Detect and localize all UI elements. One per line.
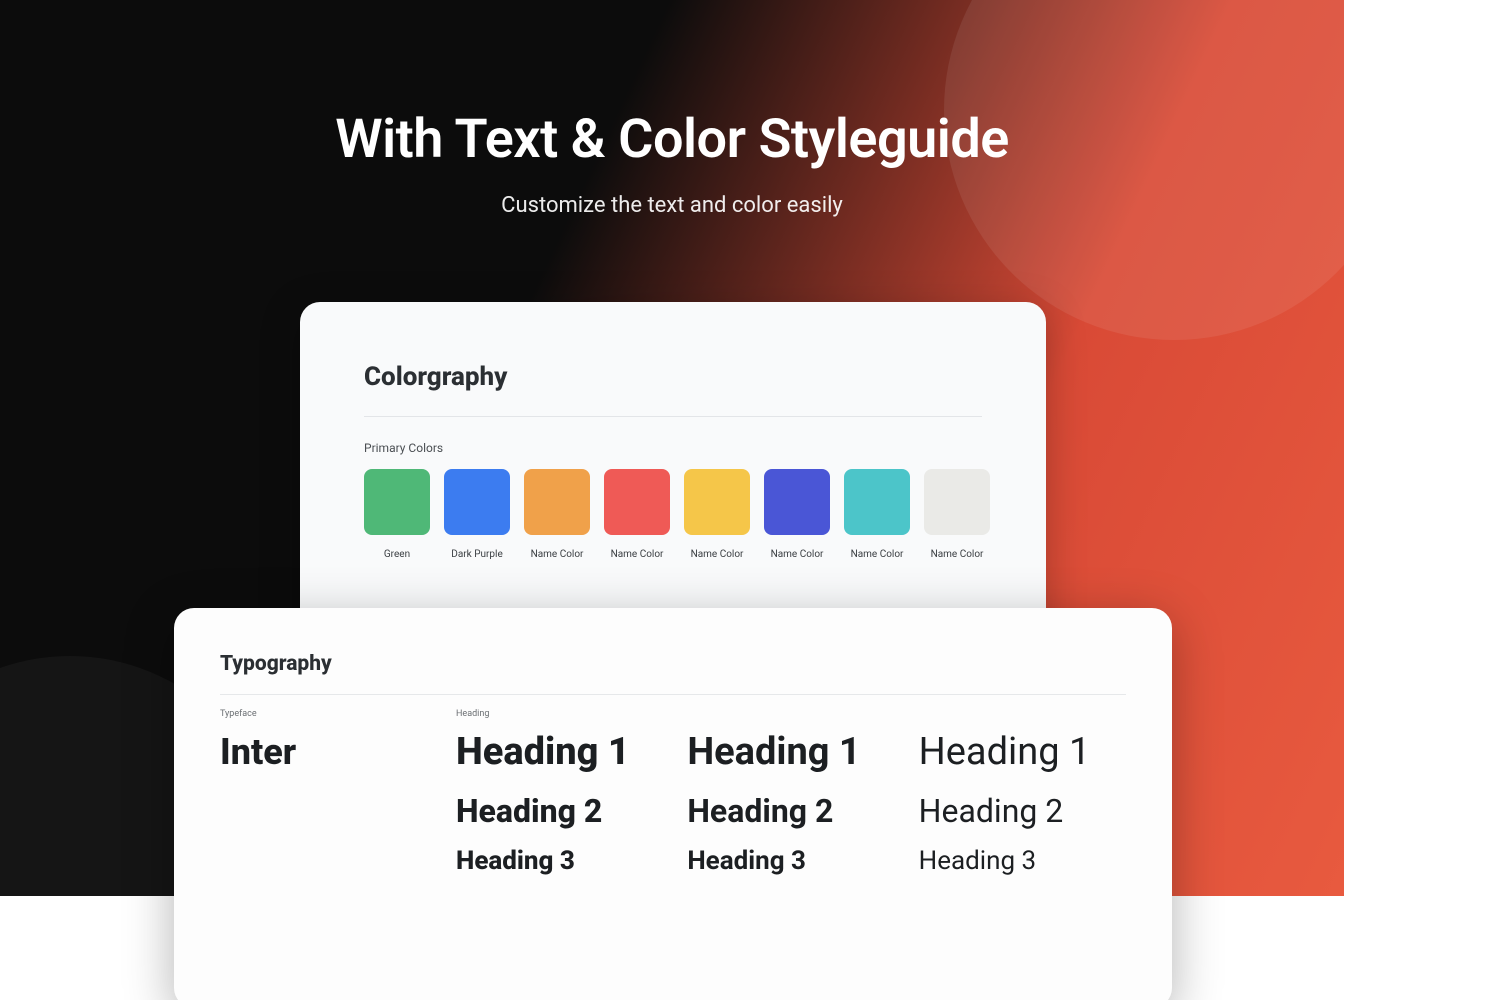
heading-columns: HeadingHeading 1Heading 2Heading 3Headin… — [456, 709, 1126, 877]
heading-column: HeadingHeading 1Heading 2Heading 3 — [919, 709, 1126, 877]
heading-sample-h1: Heading 1 — [687, 731, 894, 775]
heading-column: Heading Heading 1 Heading 2 Heading 3 — [456, 709, 663, 877]
swatch-name: Name Color — [931, 549, 984, 560]
swatch-chip — [924, 469, 990, 535]
swatch-row: Green Dark Purple Name Color Name Color Name… — [364, 469, 982, 560]
color-styleguide-card: Colorgraphy Primary Colors Green Dark Pur… — [300, 302, 1046, 642]
heading-sample-h1: Heading 1 — [919, 731, 1126, 775]
color-swatch: Name Color — [924, 469, 990, 560]
heading-sample-h2: Heading 2 — [919, 793, 1126, 830]
swatch-name: Name Color — [611, 549, 664, 560]
heading-sample-h3: Heading 3 — [687, 847, 894, 877]
swatch-chip — [844, 469, 910, 535]
hero-subtitle: Customize the text and color easily — [0, 193, 1344, 218]
swatch-chip — [444, 469, 510, 535]
swatch-name: Name Color — [851, 549, 904, 560]
heading-sample-h3: Heading 3 — [919, 847, 1126, 877]
typeface-label: Typeface — [220, 709, 456, 719]
swatch-chip — [764, 469, 830, 535]
heading-column: HeadingHeading 1Heading 2Heading 3 — [687, 709, 894, 877]
swatch-name: Name Color — [691, 549, 744, 560]
hero: With Text & Color Styleguide Customize t… — [0, 108, 1344, 218]
primary-colors-label: Primary Colors — [364, 441, 982, 455]
color-swatch: Name Color — [604, 469, 670, 560]
color-swatch: Green — [364, 469, 430, 560]
swatch-chip — [524, 469, 590, 535]
color-card-title: Colorgraphy — [364, 362, 982, 392]
heading-label: Heading — [456, 709, 663, 719]
swatch-chip — [684, 469, 750, 535]
hero-title: With Text & Color Styleguide — [0, 108, 1344, 171]
color-swatch: Name Color — [764, 469, 830, 560]
color-swatch: Name Color — [844, 469, 910, 560]
heading-sample-h1: Heading 1 — [456, 731, 663, 775]
swatch-chip — [364, 469, 430, 535]
heading-sample-h2: Heading 2 — [687, 793, 894, 830]
swatch-name: Green — [384, 549, 410, 560]
heading-sample-h2: Heading 2 — [456, 793, 663, 830]
swatch-name: Dark Purple — [451, 549, 503, 560]
swatch-name: Name Color — [771, 549, 824, 560]
stage: With Text & Color Styleguide Customize t… — [0, 0, 1344, 896]
divider — [364, 416, 982, 417]
typography-styleguide-card: Typography Typeface Inter HeadingHeading… — [174, 608, 1172, 1000]
swatch-name: Name Color — [531, 549, 584, 560]
heading-sample-h3: Heading 3 — [456, 847, 663, 877]
color-swatch: Name Color — [524, 469, 590, 560]
color-swatch: Dark Purple — [444, 469, 510, 560]
color-swatch: Name Color — [684, 469, 750, 560]
divider — [220, 694, 1126, 695]
typo-card-title: Typography — [220, 652, 1126, 676]
typeface-name: Inter — [220, 731, 456, 773]
swatch-chip — [604, 469, 670, 535]
